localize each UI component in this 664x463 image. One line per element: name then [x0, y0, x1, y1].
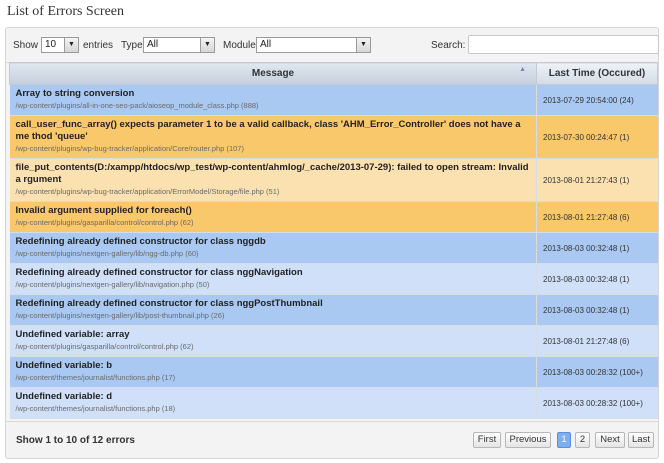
error-file-path: /wp-content/themes/journalist/functions.…: [15, 373, 176, 382]
error-file-path: /wp-content/plugins/wp-bug-tracker/appli…: [15, 187, 280, 196]
entries-label: entries: [83, 40, 114, 51]
message-cell: Redefining already defined constructor f…: [9, 263, 537, 295]
sort-ascending-icon: ▲: [519, 66, 526, 73]
message-cell: Array to string conversion/wp-content/pl…: [9, 84, 537, 116]
last-time-cell: 2013-08-01 21:27:48 (6): [536, 201, 658, 233]
table-row[interactable]: Undefined variable: d/wp-content/themes/…: [9, 387, 658, 419]
errors-panel: Show 10 ▼ entries Type All ▼ Module All …: [5, 27, 659, 459]
table-row[interactable]: Redefining already defined constructor f…: [9, 232, 658, 264]
module-label: Module: [223, 40, 256, 51]
message-cell: Invalid argument supplied for foreach() /…: [9, 201, 537, 233]
table-footer: Show 1 to 10 of 12 errors First Previous…: [6, 421, 658, 459]
search-label: Search:: [431, 40, 466, 51]
error-message: Array to string conversion: [15, 88, 135, 99]
page-1-button[interactable]: 1: [557, 432, 571, 448]
error-message: file_put_contents(D:/xampp/htdocs/wp_tes…: [15, 162, 529, 185]
type-label: Type: [121, 40, 143, 51]
page-2-button[interactable]: 2: [575, 432, 590, 448]
table-row[interactable]: call_user_func_array() expects parameter…: [9, 115, 658, 159]
error-message: Invalid argument supplied for foreach(): [15, 205, 192, 216]
show-label: Show: [13, 40, 39, 51]
errors-table: Message ▲ Last Time (Occured) Array to s…: [9, 62, 658, 419]
type-select[interactable]: All ▼: [143, 37, 215, 53]
type-value: All: [147, 39, 159, 50]
error-file-path: /wp-content/plugins/nextgen-gallery/lib/…: [15, 249, 199, 258]
column-header-message[interactable]: Message ▲: [9, 62, 537, 85]
last-time-cell: 2013-08-03 00:32:48 (1): [536, 263, 658, 295]
error-file-path: /wp-content/plugins/all-in-one-seo-pack/…: [15, 101, 259, 110]
last-page-button[interactable]: Last: [628, 432, 654, 448]
next-page-button[interactable]: Next: [595, 432, 625, 448]
last-time-cell: 2013-08-01 21:27:48 (6): [536, 325, 658, 357]
error-message: Redefining already defined constructor f…: [15, 298, 323, 309]
previous-page-button[interactable]: Previous: [505, 432, 551, 448]
error-message: Undefined variable: array: [15, 329, 130, 340]
last-time-cell: 2013-07-30 00:24:47 (1): [536, 115, 658, 159]
message-cell: Undefined variable: d/wp-content/themes/…: [9, 387, 537, 419]
table-row[interactable]: Array to string conversion/wp-content/pl…: [9, 84, 658, 116]
error-file-path: /wp-content/plugins/nextgen-gallery/lib/…: [15, 280, 210, 289]
table-row[interactable]: Undefined variable: array/wp-content/plu…: [9, 325, 658, 357]
message-cell: file_put_contents(D:/xampp/htdocs/wp_tes…: [9, 158, 537, 202]
chevron-down-icon: ▼: [200, 38, 214, 52]
message-cell: Undefined variable: array/wp-content/plu…: [9, 325, 537, 357]
error-file-path: /wp-content/plugins/gasparilla/control/c…: [15, 218, 194, 227]
table-row[interactable]: Invalid argument supplied for foreach() /…: [9, 201, 658, 233]
table-row[interactable]: Redefining already defined constructor f…: [9, 263, 658, 295]
column-header-last-time[interactable]: Last Time (Occured): [536, 62, 658, 85]
module-value: All: [260, 39, 272, 50]
error-file-path: /wp-content/plugins/nextgen-gallery/lib/…: [15, 311, 225, 320]
last-time-cell: 2013-08-03 00:32:48 (1): [536, 232, 658, 264]
message-cell: Redefining already defined constructor f…: [9, 232, 537, 264]
chevron-down-icon: ▼: [64, 38, 78, 52]
table-toolbar: Show 10 ▼ entries Type All ▼ Module All …: [6, 28, 659, 63]
last-time-cell: 2013-08-03 00:28:32 (100+): [536, 387, 658, 419]
error-message: Redefining already defined constructor f…: [15, 236, 266, 247]
table-row[interactable]: file_put_contents(D:/xampp/htdocs/wp_tes…: [9, 158, 658, 202]
last-time-cell: 2013-08-03 00:32:48 (1): [536, 294, 658, 326]
message-cell: Redefining already defined constructor f…: [9, 294, 537, 326]
module-select[interactable]: All ▼: [256, 37, 371, 53]
chevron-down-icon: ▼: [356, 38, 370, 52]
table-row[interactable]: Redefining already defined constructor f…: [9, 294, 658, 326]
error-message: call_user_func_array() expects parameter…: [15, 119, 521, 142]
entries-value: 10: [45, 39, 57, 50]
error-message: Undefined variable: d: [15, 391, 113, 402]
page-title: List of Errors Screen: [7, 4, 125, 19]
error-file-path: /wp-content/themes/journalist/functions.…: [15, 404, 176, 413]
error-message: Redefining already defined constructor f…: [15, 267, 303, 278]
table-row[interactable]: Undefined variable: b/wp-content/themes/…: [9, 356, 658, 388]
message-cell: call_user_func_array() expects parameter…: [9, 115, 537, 159]
error-message: Undefined variable: b: [15, 360, 113, 371]
last-time-cell: 2013-07-29 20:54:00 (24): [536, 84, 658, 116]
last-time-cell: 2013-08-03 00:28:32 (100+): [536, 356, 658, 388]
entries-select[interactable]: 10 ▼: [41, 37, 79, 53]
error-file-path: /wp-content/plugins/gasparilla/control/c…: [15, 342, 194, 351]
error-file-path: /wp-content/plugins/wp-bug-tracker/appli…: [15, 144, 244, 153]
last-time-cell: 2013-08-01 21:27:43 (1): [536, 158, 658, 202]
search-input[interactable]: [468, 35, 659, 54]
first-page-button[interactable]: First: [473, 432, 501, 448]
pagination-info: Show 1 to 10 of 12 errors: [16, 435, 135, 446]
message-cell: Undefined variable: b/wp-content/themes/…: [9, 356, 537, 388]
